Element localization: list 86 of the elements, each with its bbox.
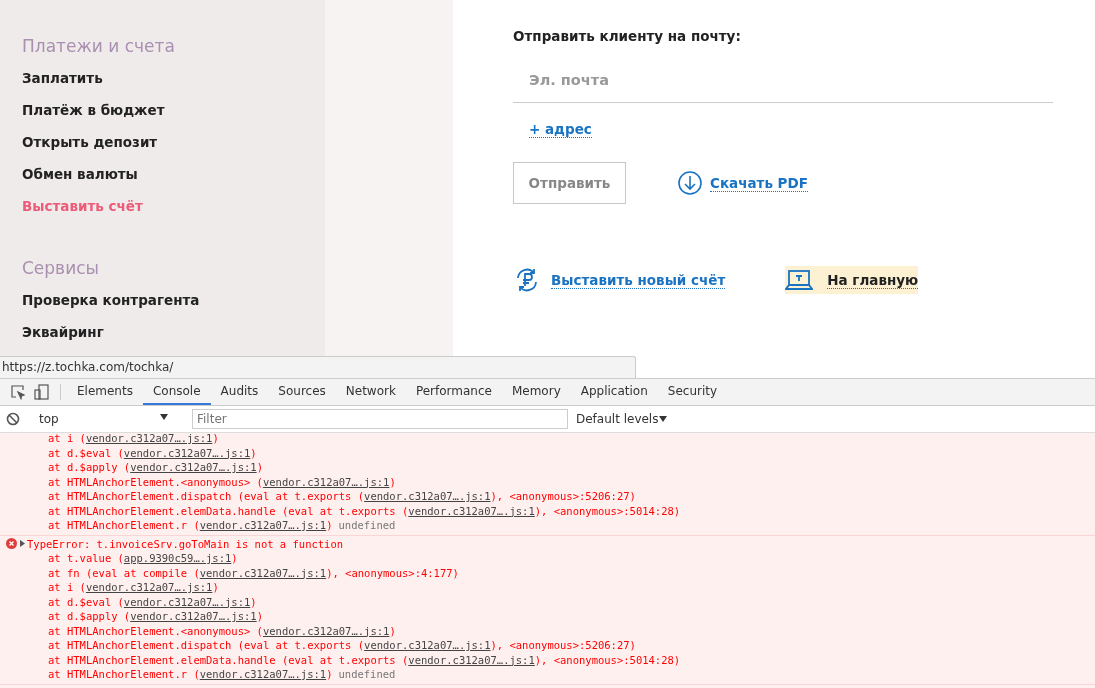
sidebar-item[interactable]: Платёж в бюджет bbox=[22, 100, 325, 132]
error-icon bbox=[6, 538, 17, 550]
stack-text: ) bbox=[212, 581, 219, 593]
stack-text: ), <anonymous>:5206:27) bbox=[490, 639, 636, 651]
stack-text: at t.value ( bbox=[48, 552, 124, 564]
new-invoice-link[interactable]: Выставить новый счёт bbox=[551, 271, 726, 289]
stack-text: at HTMLAnchorElement.<anonymous> ( bbox=[48, 475, 263, 488]
stack-text: at d.$apply ( bbox=[48, 610, 131, 622]
source-link[interactable]: vendor.c312a07….js:1 bbox=[199, 566, 327, 579]
levels-dropdown[interactable]: Default levels bbox=[576, 412, 659, 426]
source-link[interactable]: vendor.c312a07….js:1 bbox=[85, 433, 213, 444]
stack-text: ), <anonymous>:5014:28) bbox=[534, 653, 681, 666]
source-link[interactable]: vendor.c312a07….js:1 bbox=[262, 624, 390, 637]
source-link[interactable]: vendor.c312a07….js:1 bbox=[85, 581, 213, 593]
filter-field[interactable]: Filter bbox=[192, 409, 568, 429]
stack-text: ), <anonymous>:5014:28) bbox=[534, 504, 681, 517]
source-link[interactable]: vendor.c312a07….js:1 bbox=[130, 610, 257, 622]
stack-text: at i ( bbox=[48, 433, 86, 444]
stack-text: ), <anonymous>:5206:27) bbox=[490, 490, 636, 502]
clear-console-icon bbox=[6, 412, 20, 426]
devtools-tab[interactable]: Security bbox=[657, 379, 728, 405]
laptop-icon bbox=[785, 268, 814, 292]
devtools-tab[interactable]: Console bbox=[142, 379, 211, 405]
dropdown-caret-icon bbox=[159, 412, 169, 422]
expand-triangle-icon bbox=[17, 539, 27, 549]
error-message: TypeError: t.invoiceSrv.goToMain is not a function bbox=[27, 536, 344, 551]
section-title: Платежи и счета bbox=[22, 36, 176, 56]
send-heading: Отправить клиенту на почту: bbox=[513, 28, 742, 44]
add-address-link[interactable]: + адрес bbox=[529, 121, 592, 138]
download-pdf-link[interactable]: Скачать PDF bbox=[710, 174, 808, 192]
stack-text: at HTMLAnchorElement.dispatch (eval at t.exports ( bbox=[48, 639, 365, 651]
devtools-tab[interactable]: Sources bbox=[268, 379, 336, 405]
stack-text: ) bbox=[326, 668, 333, 680]
stack-text: ) bbox=[231, 552, 238, 564]
devtools-tab[interactable]: Network bbox=[335, 379, 406, 405]
source-link[interactable]: vendor.c312a07….js:1 bbox=[262, 475, 390, 488]
stack-text: ) bbox=[326, 519, 333, 531]
devtools-tab[interactable]: Application bbox=[570, 379, 658, 405]
sidebar-item[interactable]: Проверка контрагента bbox=[22, 290, 325, 322]
stack-text: ) bbox=[212, 433, 219, 444]
devtools-tab[interactable]: Audits bbox=[210, 379, 269, 405]
download-icon bbox=[678, 171, 702, 195]
source-link[interactable]: vendor.c312a07….js:1 bbox=[364, 639, 491, 651]
stack-text: at HTMLAnchorElement.r ( bbox=[48, 668, 200, 680]
stack-text: at HTMLAnchorElement.<anonymous> ( bbox=[48, 624, 263, 637]
stack-text: at HTMLAnchorElement.dispatch (eval at t.exports ( bbox=[48, 490, 365, 502]
source-link[interactable]: vendor.c312a07….js:1 bbox=[364, 490, 491, 502]
stack-text: at d.$eval ( bbox=[48, 446, 124, 459]
stack-text: at d.$eval ( bbox=[48, 595, 124, 608]
return-value: undefined bbox=[338, 668, 396, 680]
stack-text: ) bbox=[256, 461, 263, 473]
section-title: Сервисы bbox=[22, 258, 100, 278]
sidebar-item[interactable]: Обмен валюты bbox=[22, 164, 325, 196]
stack-text: ) bbox=[250, 446, 257, 459]
source-link[interactable]: vendor.c312a07….js:1 bbox=[130, 461, 257, 473]
stack-text: ) bbox=[256, 610, 263, 622]
return-value: undefined bbox=[338, 519, 396, 531]
stack-text: at d.$apply ( bbox=[48, 461, 131, 473]
inspect-icon bbox=[10, 384, 26, 400]
status-url: https://z.tochka.com/tochka/ bbox=[0, 356, 636, 378]
source-link[interactable]: vendor.c312a07….js:1 bbox=[408, 653, 535, 666]
stack-text: at i ( bbox=[48, 581, 86, 593]
stack-text: ) bbox=[389, 475, 396, 488]
source-link[interactable]: app.9390c59….js:1 bbox=[123, 552, 232, 564]
sidebar-item[interactable]: Открыть депозит bbox=[22, 132, 325, 164]
devtools-tab[interactable]: Memory bbox=[501, 379, 571, 405]
stack-text: at HTMLAnchorElement.elemData.handle (eval at t.exports ( bbox=[48, 653, 409, 666]
source-link[interactable]: vendor.c312a07….js:1 bbox=[199, 668, 327, 680]
source-link[interactable]: vendor.c312a07….js:1 bbox=[199, 519, 327, 531]
devtools-tab[interactable]: Performance bbox=[405, 379, 502, 405]
source-link[interactable]: vendor.c312a07….js:1 bbox=[408, 504, 535, 517]
context-select[interactable]: top bbox=[33, 412, 175, 426]
dropdown-caret-icon bbox=[658, 414, 669, 424]
device-icon bbox=[34, 384, 50, 400]
source-link[interactable]: vendor.c312a07….js:1 bbox=[123, 595, 251, 608]
devtools-tab[interactable]: Elements bbox=[67, 379, 143, 405]
home-link[interactable]: На главную bbox=[785, 266, 919, 294]
stack-text: at fn (eval at compile ( bbox=[48, 566, 200, 579]
stack-text: ) bbox=[389, 624, 396, 637]
stack-text: ) bbox=[250, 595, 257, 608]
stack-text: at HTMLAnchorElement.elemData.handle (eval at t.exports ( bbox=[48, 504, 409, 517]
sidebar-item[interactable]: Эквайринг bbox=[22, 322, 325, 354]
sidebar-item[interactable]: Заплатить bbox=[22, 68, 325, 100]
source-link[interactable]: vendor.c312a07….js:1 bbox=[123, 446, 251, 459]
stack-text: ), <anonymous>:4:177) bbox=[326, 566, 459, 579]
stack-text: at HTMLAnchorElement.r ( bbox=[48, 519, 200, 531]
